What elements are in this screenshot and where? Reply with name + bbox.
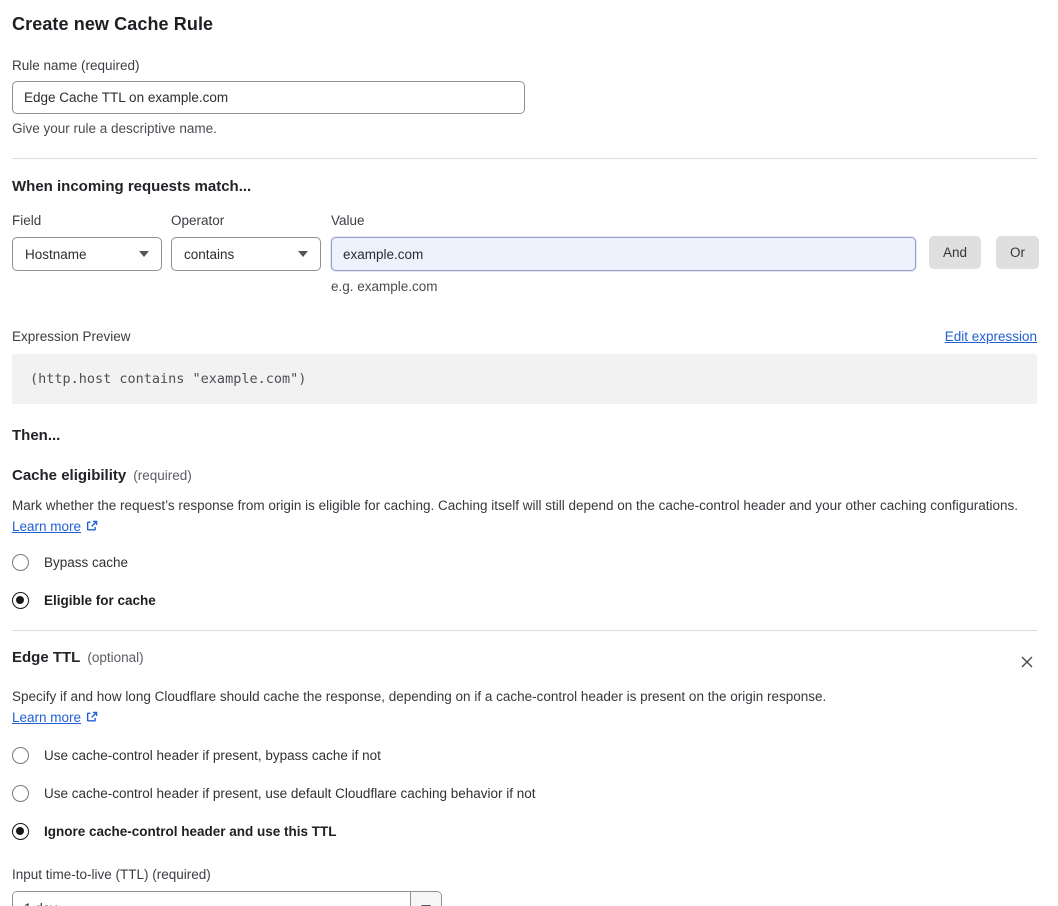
external-link-icon	[86, 520, 98, 531]
value-label: Value	[331, 213, 365, 228]
radio-icon	[12, 747, 29, 764]
field-select-value: Hostname	[25, 246, 87, 262]
radio-label: Bypass cache	[44, 555, 129, 570]
rule-name-help: Give your rule a descriptive name.	[12, 121, 217, 136]
cache-eligibility-description: Mark whether the request’s response from…	[12, 495, 1024, 537]
chevron-down-icon	[139, 251, 149, 257]
operator-label: Operator	[171, 213, 225, 228]
rule-name-label: Rule name (required)	[12, 58, 140, 73]
cache-eligibility-qualifier: (required)	[133, 468, 192, 483]
edge-ttl-header: Edge TTL (optional)	[12, 649, 1037, 675]
rule-name-group: Rule name (required) Give your rule a de…	[12, 58, 1037, 136]
create-cache-rule-page: Create new Cache Rule Rule name (require…	[0, 0, 1058, 906]
chevron-down-icon	[298, 251, 308, 257]
page-title: Create new Cache Rule	[12, 14, 214, 34]
edge-ttl-section: Edge TTL (optional) Specify if and how l…	[12, 649, 1037, 906]
expression-preview-label: Expression Preview	[12, 329, 131, 344]
edit-expression-link[interactable]: Edit expression	[945, 329, 1037, 344]
field-label: Field	[12, 213, 42, 228]
section-divider	[12, 158, 1037, 159]
radio-use-header-default[interactable]: Use cache-control header if present, use…	[12, 785, 1037, 802]
radio-label: Eligible for cache	[44, 593, 156, 608]
value-group: Value e.g. example.com	[331, 213, 916, 294]
then-heading: Then...	[12, 427, 61, 444]
ttl-label: Input time-to-live (TTL) (required)	[12, 867, 211, 882]
or-button[interactable]: Or	[996, 236, 1040, 269]
operator-select[interactable]: contains	[171, 237, 321, 271]
ttl-dropdown-button[interactable]	[410, 892, 441, 906]
learn-more-link[interactable]: Learn more	[12, 710, 81, 725]
edge-ttl-description: Specify if and how long Cloudflare shoul…	[12, 686, 862, 728]
radio-label: Ignore cache-control header and use this…	[44, 824, 337, 839]
radio-eligible-for-cache[interactable]: Eligible for cache	[12, 592, 1037, 609]
radio-icon	[12, 823, 29, 840]
radio-label: Use cache-control header if present, byp…	[44, 748, 381, 763]
field-select[interactable]: Hostname	[12, 237, 162, 271]
cache-eligibility-heading-row: Cache eligibility (required)	[12, 467, 1037, 484]
edge-ttl-heading: Edge TTL	[12, 649, 81, 666]
close-icon[interactable]	[1017, 652, 1037, 675]
value-input[interactable]	[331, 237, 916, 271]
expression-preview-code: (http.host contains "example.com")	[12, 354, 1037, 404]
edge-ttl-heading-row: Edge TTL (optional)	[12, 649, 144, 666]
cache-eligibility-heading: Cache eligibility	[12, 467, 127, 484]
ttl-input[interactable]	[13, 892, 410, 906]
edge-ttl-description-text: Specify if and how long Cloudflare shoul…	[12, 689, 827, 704]
rule-name-input[interactable]	[12, 81, 525, 114]
and-button[interactable]: And	[929, 236, 982, 269]
radio-icon	[12, 785, 29, 802]
learn-more-link[interactable]: Learn more	[12, 519, 81, 534]
radio-use-header-bypass[interactable]: Use cache-control header if present, byp…	[12, 747, 1037, 764]
ttl-input-group: Input time-to-live (TTL) (required)	[12, 867, 1037, 906]
cache-eligibility-options: Bypass cache Eligible for cache	[12, 554, 1037, 609]
radio-ignore-header-use-ttl[interactable]: Ignore cache-control header and use this…	[12, 823, 1037, 840]
radio-label: Use cache-control header if present, use…	[44, 786, 536, 801]
edge-ttl-qualifier: (optional)	[87, 650, 144, 665]
field-group: Field Hostname	[12, 213, 162, 271]
edge-ttl-options: Use cache-control header if present, byp…	[12, 747, 1037, 840]
expression-preview-row: Expression Preview Edit expression	[12, 329, 1037, 344]
operator-group: Operator contains	[171, 213, 321, 271]
match-heading: When incoming requests match...	[12, 178, 252, 195]
radio-bypass-cache[interactable]: Bypass cache	[12, 554, 1037, 571]
cache-eligibility-section: Cache eligibility (required) Mark whethe…	[12, 467, 1037, 609]
match-condition-row: Field Hostname Operator contains Value e…	[12, 213, 1040, 294]
radio-icon	[12, 592, 29, 609]
section-divider	[12, 630, 1037, 631]
operator-select-value: contains	[184, 246, 235, 262]
external-link-icon	[86, 711, 98, 722]
radio-icon	[12, 554, 29, 571]
cache-eligibility-description-text: Mark whether the request’s response from…	[12, 498, 1019, 513]
value-help: e.g. example.com	[331, 279, 438, 294]
logic-buttons: And Or	[929, 236, 1040, 269]
ttl-combobox	[12, 891, 442, 906]
